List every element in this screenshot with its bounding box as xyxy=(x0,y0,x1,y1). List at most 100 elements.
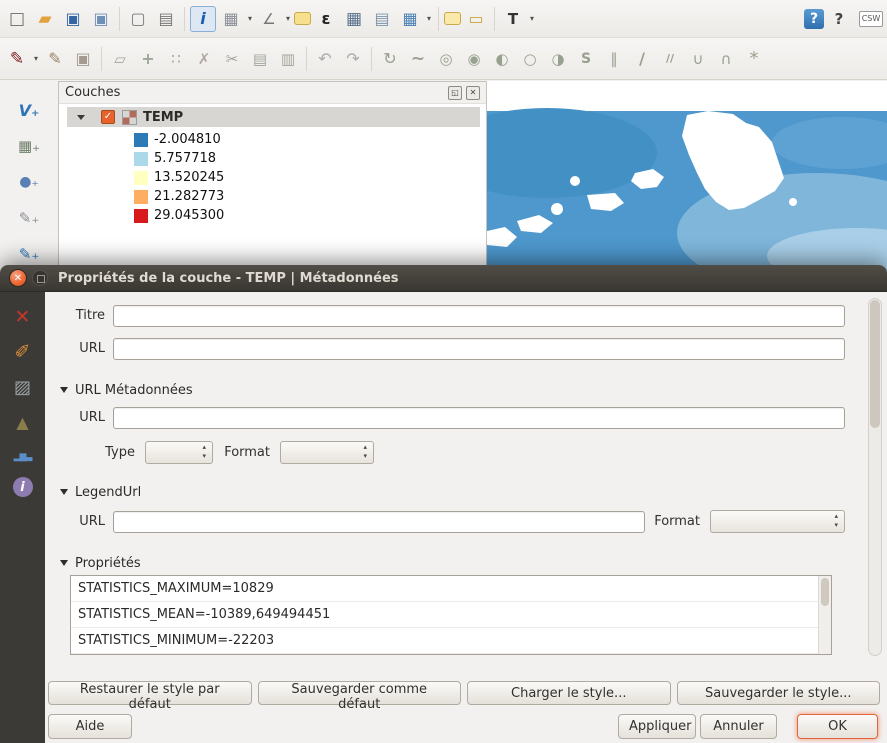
dropdown-arrow-icon[interactable]: ▾ xyxy=(31,54,41,63)
legend-item[interactable]: 5.757718 xyxy=(59,149,486,168)
legendurl-format-combo[interactable] xyxy=(710,510,845,533)
split-parts-icon[interactable]: // xyxy=(657,46,683,72)
map-canvas[interactable] xyxy=(487,81,887,271)
epsilon-tracing-icon[interactable]: ε xyxy=(313,6,339,32)
undo-icon[interactable]: ↶ xyxy=(312,46,338,72)
section-properties[interactable]: Propriétés xyxy=(60,555,141,571)
identify-features-icon[interactable]: i xyxy=(190,6,216,32)
tab-style-icon[interactable]: ✐ xyxy=(8,337,38,367)
composer-manager-icon[interactable]: ▤ xyxy=(153,6,179,32)
whats-this-icon[interactable]: ? xyxy=(826,6,852,32)
rotate-feature-icon[interactable]: ↻ xyxy=(377,46,403,72)
rotate-point-symbols-icon[interactable]: * xyxy=(741,46,767,72)
ok-button[interactable]: OK xyxy=(797,714,878,739)
delete-selected-icon[interactable]: ✗ xyxy=(191,46,217,72)
add-vector-layer-icon[interactable]: V₊ xyxy=(14,95,44,125)
delete-part-icon[interactable]: ◑ xyxy=(545,46,571,72)
add-ring-icon[interactable]: ◎ xyxy=(433,46,459,72)
delete-ring-icon[interactable]: ○ xyxy=(517,46,543,72)
title-label: Titre xyxy=(45,305,105,327)
offset-curve-icon[interactable]: ∥ xyxy=(601,46,627,72)
labeling-icon[interactable]: T xyxy=(500,6,526,32)
legendurl-input[interactable] xyxy=(113,511,645,533)
style-button[interactable]: Sauvegarder comme défaut xyxy=(258,681,462,705)
new-bookmark-icon[interactable]: ▤ xyxy=(369,6,395,32)
add-feature-icon[interactable]: ▱ xyxy=(107,46,133,72)
layer-row-temp[interactable]: TEMP xyxy=(67,107,480,127)
save-layer-edits-icon[interactable]: ▣ xyxy=(70,46,96,72)
text-annotation-icon[interactable] xyxy=(444,12,461,25)
current-edits-icon[interactable]: ✎ xyxy=(4,46,30,72)
help-icon[interactable]: ? xyxy=(804,9,824,29)
tab-general-icon[interactable]: ✕ xyxy=(8,302,38,332)
new-project-icon[interactable]: □ xyxy=(4,6,30,32)
property-item[interactable]: STATISTICS_MEAN=-10389,649494451 xyxy=(71,602,831,628)
simplify-feature-icon[interactable]: ~ xyxy=(405,46,431,72)
csw-metasearch-icon[interactable]: CSW xyxy=(859,11,883,27)
help-button[interactable]: Aide xyxy=(48,714,132,739)
legend-item[interactable]: 29.045300 xyxy=(59,206,486,225)
layer-visibility-checkbox[interactable] xyxy=(101,110,115,124)
tab-metadata-icon[interactable]: i xyxy=(13,477,33,497)
property-item[interactable]: STATISTICS_MAXIMUM=10829 xyxy=(71,576,831,602)
legend-item[interactable]: -2.004810 xyxy=(59,130,486,149)
merge-attributes-icon[interactable]: ∩ xyxy=(713,46,739,72)
apply-button[interactable]: Appliquer xyxy=(618,714,696,739)
measure-icon[interactable]: ∠ xyxy=(256,6,282,32)
metadata-format-combo[interactable] xyxy=(280,441,374,464)
tab-transparency-icon[interactable]: ▨ xyxy=(8,372,38,402)
cut-features-icon[interactable]: ✂ xyxy=(219,46,245,72)
property-item[interactable]: STATISTICS_MINIMUM=-22203 xyxy=(71,628,831,654)
section-legend-url[interactable]: LegendUrl xyxy=(60,484,141,500)
dropdown-arrow-icon[interactable]: ▾ xyxy=(527,14,537,23)
cancel-button[interactable]: Annuler xyxy=(700,714,777,739)
legend-item[interactable]: 13.520245 xyxy=(59,168,486,187)
reshape-features-icon[interactable]: S xyxy=(573,46,599,72)
copy-features-icon[interactable]: ▤ xyxy=(247,46,273,72)
close-window-button[interactable] xyxy=(9,269,27,287)
style-button[interactable]: Sauvegarder le style... xyxy=(677,681,881,705)
tab-histogram-icon[interactable]: ▂▆▃ xyxy=(8,442,38,472)
dropdown-arrow-icon[interactable]: ▾ xyxy=(283,14,293,23)
tab-pyramids-icon[interactable]: ▲ xyxy=(8,407,38,437)
list-scrollbar-thumb[interactable] xyxy=(821,578,829,606)
merge-features-icon[interactable]: ∪ xyxy=(685,46,711,72)
float-panel-button[interactable]: ◱ xyxy=(448,86,462,100)
save-project-icon[interactable]: ▣ xyxy=(60,6,86,32)
save-project-as-icon[interactable]: ▣ xyxy=(88,6,114,32)
dialog-titlebar[interactable]: Propriétés de la couche - TEMP | Métadon… xyxy=(0,265,887,292)
select-features-icon[interactable]: ▦ xyxy=(218,6,244,32)
style-button[interactable]: Restaurer le style par défaut xyxy=(48,681,252,705)
attribute-table-icon[interactable]: ▦ xyxy=(341,6,367,32)
expander-icon[interactable] xyxy=(77,115,85,120)
title-input[interactable] xyxy=(113,305,845,327)
legend-item[interactable]: 21.282773 xyxy=(59,187,486,206)
add-raster-layer-icon[interactable]: ▦₊ xyxy=(14,131,44,161)
redo-icon[interactable]: ↷ xyxy=(340,46,366,72)
split-features-icon[interactable]: / xyxy=(629,46,655,72)
new-print-composer-icon[interactable]: ▢ xyxy=(125,6,151,32)
fill-ring-icon[interactable]: ◐ xyxy=(489,46,515,72)
section-metadata-url[interactable]: URL Métadonnées xyxy=(60,382,193,398)
toggle-editing-icon[interactable]: ✎ xyxy=(42,46,68,72)
add-database-layer-icon[interactable]: ●₊ xyxy=(14,167,44,197)
dropdown-arrow-icon[interactable]: ▾ xyxy=(424,14,434,23)
node-tool-icon[interactable]: ∷ xyxy=(163,46,189,72)
open-project-icon[interactable]: ▰ xyxy=(32,6,58,32)
dialog-scrollbar-thumb[interactable] xyxy=(870,300,880,428)
dropdown-arrow-icon[interactable]: ▾ xyxy=(245,14,255,23)
metadata-url-input[interactable] xyxy=(113,407,845,429)
style-button[interactable]: Charger le style... xyxy=(467,681,671,705)
unmaximize-window-button[interactable] xyxy=(32,270,48,286)
form-annotation-icon[interactable]: ▭ xyxy=(463,6,489,32)
url-input[interactable] xyxy=(113,338,845,360)
list-scrollbar[interactable] xyxy=(818,576,831,654)
show-bookmarks-icon[interactable]: ▦ xyxy=(397,6,423,32)
new-shapefile-layer-icon[interactable]: ✎₊ xyxy=(14,203,44,233)
map-tips-icon[interactable] xyxy=(294,12,311,25)
dialog-scrollbar[interactable] xyxy=(868,298,882,656)
move-feature-icon[interactable]: + xyxy=(135,46,161,72)
close-panel-button[interactable]: ✕ xyxy=(466,86,480,100)
add-part-icon[interactable]: ◉ xyxy=(461,46,487,72)
paste-features-icon[interactable]: ▥ xyxy=(275,46,301,72)
